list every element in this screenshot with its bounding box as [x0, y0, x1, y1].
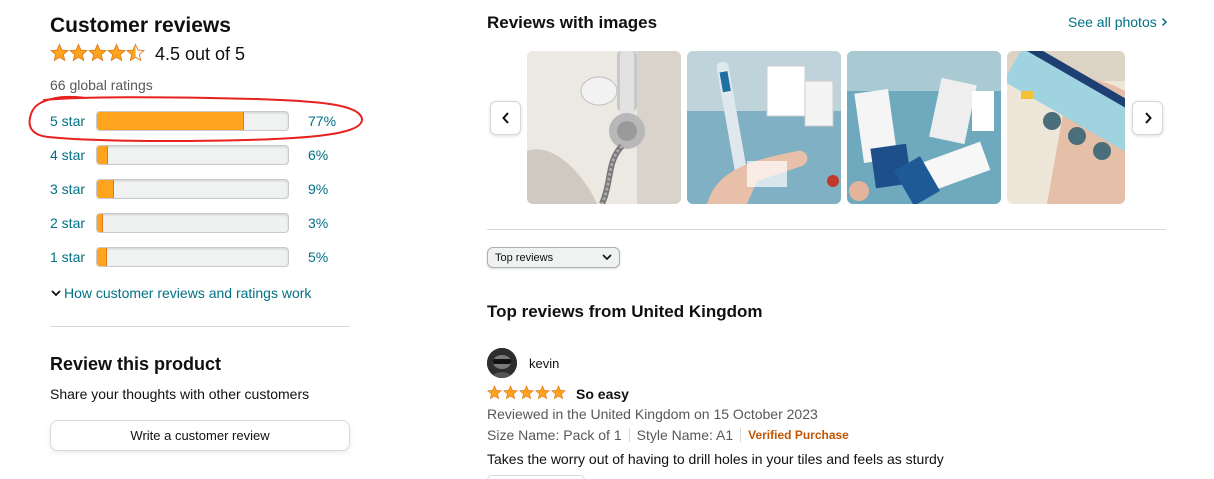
sort-selected-value: Top reviews	[495, 251, 554, 264]
reviews-with-images-title: Reviews with images	[487, 13, 658, 32]
customer-reviews-title: Customer reviews	[50, 14, 231, 37]
histogram-label[interactable]: 3 star	[50, 181, 85, 197]
histogram-percent[interactable]: 3%	[308, 215, 328, 231]
review-image-thumbnail[interactable]	[687, 51, 841, 204]
histogram-percent[interactable]: 6%	[308, 147, 328, 163]
carousel-prev-button[interactable]	[490, 101, 521, 135]
review-body: Takes the worry out of having to drill h…	[487, 451, 944, 467]
how-reviews-work-label[interactable]: How customer reviews and ratings work	[64, 285, 311, 301]
star-rating-icon	[487, 385, 566, 399]
review-format-strip: Size Name: Pack of 1 Style Name: A1 Veri…	[487, 427, 849, 443]
histogram-label[interactable]: 4 star	[50, 147, 85, 163]
histogram-bar-fill	[97, 248, 107, 266]
review-star-rating[interactable]	[487, 385, 567, 406]
review-style-name[interactable]: Style Name: A1	[637, 427, 734, 443]
histogram-bar[interactable]	[96, 111, 289, 131]
review-title[interactable]: So easy	[576, 386, 629, 402]
histogram-bar-fill	[97, 146, 109, 164]
review-image-thumbnail[interactable]	[847, 51, 1001, 204]
histogram-percent[interactable]: 9%	[308, 181, 328, 197]
carousel-next-button[interactable]	[1132, 101, 1163, 135]
histogram-percent[interactable]: 5%	[308, 249, 328, 265]
star-rating-icon	[50, 44, 145, 61]
histogram-bar[interactable]	[96, 247, 289, 267]
helpful-button[interactable]	[487, 475, 585, 479]
separator	[740, 428, 742, 442]
review-size-name[interactable]: Size Name: Pack of 1	[487, 427, 622, 443]
chevron-right-icon	[1161, 14, 1168, 30]
section-divider	[487, 229, 1166, 230]
avatar[interactable]	[487, 348, 517, 378]
histogram-bar[interactable]	[96, 179, 289, 199]
histogram-label[interactable]: 5 star	[50, 113, 85, 129]
review-product-title: Review this product	[50, 354, 222, 374]
sort-reviews-select[interactable]: Top reviews	[487, 247, 620, 268]
histogram-row-4-star[interactable]: 4 star 6%	[50, 144, 350, 166]
review-date: Reviewed in the United Kingdom on 15 Oct…	[487, 406, 818, 422]
chevron-down-icon	[50, 285, 64, 301]
histogram-label[interactable]: 2 star	[50, 215, 85, 231]
chevron-right-icon	[1144, 112, 1152, 124]
average-rating-stars[interactable]	[50, 42, 148, 64]
review-image-thumbnail[interactable]	[1007, 51, 1125, 204]
review-image-thumbnail[interactable]	[527, 51, 681, 204]
histogram-bar[interactable]	[96, 145, 289, 165]
histogram-row-1-star[interactable]: 1 star 5%	[50, 246, 350, 268]
histogram-percent[interactable]: 77%	[308, 113, 336, 129]
chevron-left-icon	[501, 112, 509, 124]
histogram-row-2-star[interactable]: 2 star 3%	[50, 212, 350, 234]
review-product-subtitle: Share your thoughts with other customers	[50, 386, 310, 402]
rating-out-of-text[interactable]: 4.5 out of 5	[155, 44, 245, 65]
how-reviews-work-link[interactable]: How customer reviews and ratings work	[50, 285, 311, 301]
see-all-photos-link[interactable]: See all photos	[1068, 14, 1168, 30]
global-ratings-count: 66 global ratings	[50, 77, 153, 93]
chevron-down-icon	[601, 252, 613, 265]
histogram-bar[interactable]	[96, 213, 289, 233]
separator	[628, 428, 630, 442]
histogram-bar-fill	[97, 214, 103, 232]
write-review-button[interactable]: Write a customer review	[50, 420, 350, 451]
histogram-row-5-star[interactable]: 5 star 77%	[50, 110, 350, 132]
verified-purchase-badge: Verified Purchase	[748, 428, 849, 442]
reviewer-name[interactable]: kevin	[529, 356, 559, 371]
histogram-label[interactable]: 1 star	[50, 249, 85, 265]
histogram-row-3-star[interactable]: 3 star 9%	[50, 178, 350, 200]
section-divider	[50, 326, 350, 327]
see-all-photos-label[interactable]: See all photos	[1068, 14, 1157, 30]
top-reviews-title: Top reviews from United Kingdom	[487, 302, 763, 321]
histogram-bar-fill	[97, 112, 245, 130]
histogram-bar-fill	[97, 180, 115, 198]
